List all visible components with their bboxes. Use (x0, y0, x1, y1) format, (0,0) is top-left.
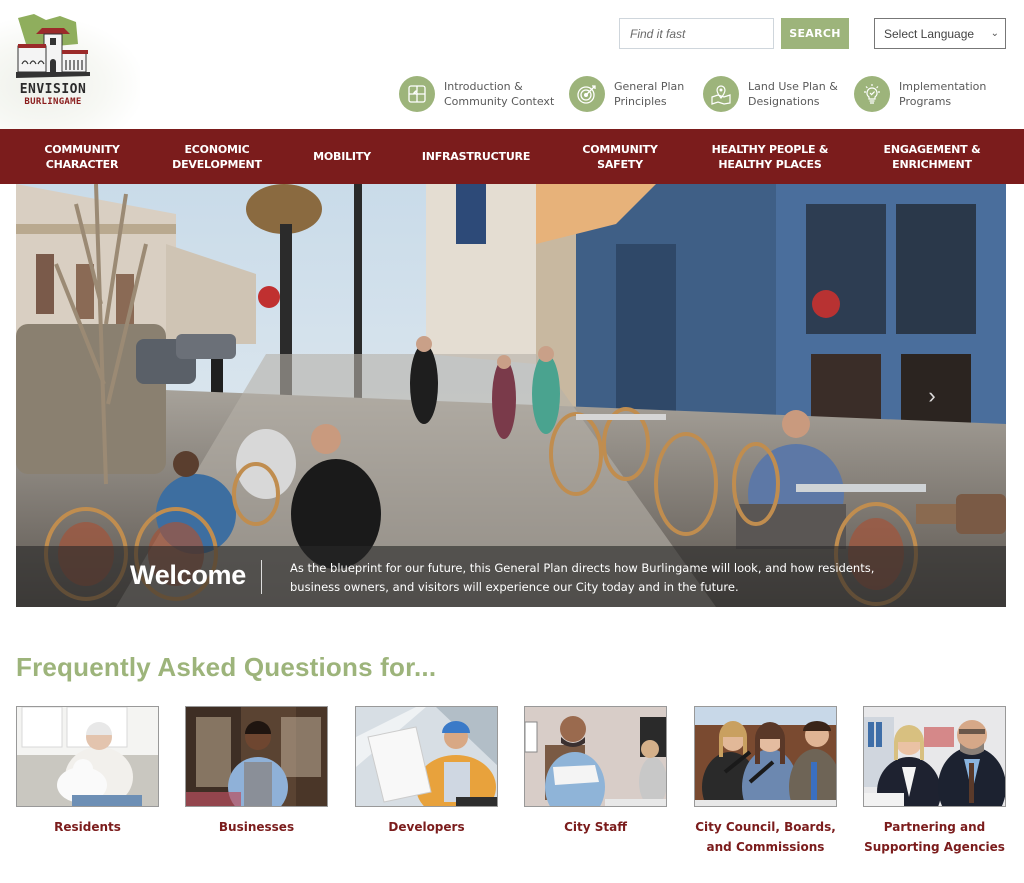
faq-card-residents[interactable]: Residents (16, 706, 159, 837)
faq-card-businesses[interactable]: Businesses (185, 706, 328, 837)
logo-text-burlingame: BURLINGAME (24, 97, 82, 107)
quicklink-implementation[interactable]: Implementation Programs (854, 76, 986, 112)
lightbulb-icon (854, 76, 890, 112)
site-header: ENVISION BURLINGAME SEARCH Select Langua… (0, 0, 1024, 129)
agency-partners-photo (863, 706, 1006, 807)
faq-card-label: Supporting Agencies (864, 840, 1005, 854)
developer-hardhat-photo (355, 706, 498, 807)
faq-card-label: City Staff (564, 820, 627, 834)
faq-card-label: and Commissions (706, 840, 825, 854)
hero-street-photo (16, 184, 1006, 607)
nav-item-label: CHARACTER (45, 157, 119, 171)
hero-title: Welcome (130, 560, 246, 590)
nav-item-label: ENRICHMENT (892, 157, 972, 171)
nav-item-label: COMMUNITY (44, 142, 120, 156)
quicklink-label: Introduction & (444, 80, 523, 93)
building-logo-icon (16, 14, 90, 78)
search-button[interactable]: SEARCH (781, 18, 849, 49)
quicklink-label: Land Use Plan & (748, 80, 838, 93)
nav-item-label: HEALTHY PLACES (718, 157, 822, 171)
nav-item-community-character[interactable]: COMMUNITY CHARACTER (36, 129, 128, 184)
nav-item-label: ENGAGEMENT & (883, 142, 981, 156)
nav-item-label: HEALTHY PEOPLE & (711, 142, 829, 156)
faq-card-label: Developers (388, 820, 465, 834)
hero-description: As the blueprint for our future, this Ge… (290, 561, 875, 594)
quicklink-label: Principles (614, 95, 667, 108)
chevron-down-icon: ⌄ (990, 28, 999, 39)
nav-item-label: SAFETY (597, 157, 643, 171)
faq-card-label: Residents (54, 820, 121, 834)
nav-item-label: ECONOMIC (184, 142, 250, 156)
faq-card-city-council[interactable]: City Council, Boards, and Commissions (694, 706, 837, 857)
nav-item-healthy-people[interactable]: HEALTHY PEOPLE & HEALTHY PLACES (700, 129, 840, 184)
quicklink-label: Implementation (899, 80, 987, 93)
nav-item-label: DEVELOPMENT (172, 157, 262, 171)
nav-item-engagement[interactable]: ENGAGEMENT & ENRICHMENT (872, 129, 992, 184)
city-staff-photo (524, 706, 667, 807)
faq-card-partnering-agencies[interactable]: Partnering and Supporting Agencies (863, 706, 1006, 857)
resident-with-dog-photo (16, 706, 159, 807)
faq-card-city-staff[interactable]: City Staff (524, 706, 667, 837)
nav-item-label: COMMUNITY (582, 142, 658, 156)
target-icon (569, 76, 605, 112)
faq-heading: Frequently Asked Questions for... (16, 652, 437, 682)
nav-item-label: MOBILITY (313, 150, 371, 163)
quicklink-land-use[interactable]: Land Use Plan & Designations (703, 76, 838, 112)
nav-item-mobility[interactable]: MOBILITY (302, 129, 382, 184)
faq-card-label: Partnering and (883, 820, 986, 834)
shop-owner-photo (185, 706, 328, 807)
hero-slideshow: › Welcome As the blueprint for our futur… (16, 184, 1006, 607)
logo-text-envision: ENVISION (19, 82, 87, 97)
quicklink-label: Programs (899, 95, 952, 108)
faq-card-label: City Council, Boards, (695, 820, 836, 834)
puzzle-icon (399, 76, 435, 112)
search-input[interactable] (619, 18, 774, 49)
nav-item-infrastructure[interactable]: INFRASTRUCTURE (416, 129, 536, 184)
chevron-right-icon[interactable]: › (923, 383, 941, 409)
nav-item-label: INFRASTRUCTURE (421, 150, 531, 163)
quicklink-principles[interactable]: General Plan Principles (569, 76, 684, 112)
site-logo[interactable]: ENVISION BURLINGAME (16, 14, 90, 114)
faq-card-label: Businesses (218, 820, 295, 834)
nav-item-economic-development[interactable]: ECONOMIC DEVELOPMENT (162, 129, 272, 184)
nav-item-community-safety[interactable]: COMMUNITY SAFETY (572, 129, 668, 184)
quicklink-label: Designations (748, 95, 820, 108)
map-pin-icon (703, 76, 739, 112)
main-nav: COMMUNITY CHARACTER ECONOMIC DEVELOPMENT M… (0, 129, 1024, 184)
language-select-value: Select Language (884, 26, 975, 41)
faq-card-developers[interactable]: Developers (355, 706, 498, 837)
quicklink-label: General Plan (614, 80, 685, 93)
hero-divider (261, 560, 262, 594)
quicklink-introduction[interactable]: Introduction & Community Context (399, 76, 554, 112)
language-select[interactable]: Select Language ⌄ (874, 18, 1006, 49)
hero-caption: Welcome As the blueprint for our future,… (16, 546, 1006, 607)
quicklink-label: Community Context (444, 95, 555, 108)
council-meeting-photo (694, 706, 837, 807)
